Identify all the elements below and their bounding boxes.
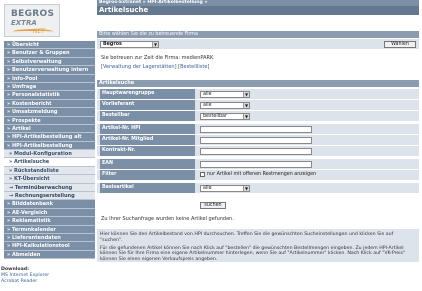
select-value: alle: [203, 185, 212, 191]
label-basisartikel: Basisartikel: [100, 183, 195, 193]
form-row-artikel-nr-mitglied: Artikel-Nr. Mitglied: [97, 135, 419, 145]
label-ean: EAN: [100, 159, 195, 169]
logo-text-begros: BEGROS: [11, 9, 55, 19]
current-firm-info: Sie betreuen zur Zeit die Firma: medienP…: [101, 55, 214, 61]
label-kontrakt-nr: Kontrakt-Nr.: [100, 146, 195, 156]
sidebar-item[interactable]: → Rechnungserstellung: [4, 192, 95, 201]
sidebar-item[interactable]: » Übersicht: [4, 41, 95, 50]
sidebar-item[interactable]: » Artikel: [4, 124, 95, 134]
sidebar-item[interactable]: » Termınkalender: [4, 225, 95, 234]
label-filter: Filter: [100, 170, 195, 180]
sidebar-nav: » Übersicht» Benutzer & Gruppen» Selbstv…: [4, 41, 95, 260]
restmengen-checkbox[interactable]: [200, 172, 205, 177]
sidebar-item[interactable]: » Prospekte: [4, 116, 95, 125]
help-text-1: Hier können Sie den Artikelbestand von H…: [100, 232, 394, 243]
input-kontrakt-nr[interactable]: [200, 147, 312, 155]
sidebar: BEGROS EXTRA NET » Übersicht» Benutzer &…: [0, 0, 96, 291]
form-row-bestellbar: Bestellbar bestellbar ▼: [97, 111, 419, 121]
label-hauptwarengruppe: Hauptwarengruppe: [100, 89, 195, 99]
label-artikel-nr-mitglied: Artikel-Nr. Mitglied: [100, 135, 195, 145]
chevron-down-icon: ▼: [152, 41, 158, 47]
lagerstaetten-link[interactable]: Verwaltung der Lagerstätten: [103, 64, 175, 70]
sidebar-item[interactable]: » Umfrage: [4, 82, 95, 92]
sidebar-item[interactable]: » Bilddatenbank: [4, 200, 95, 209]
download-link-acrobat[interactable]: Acrobat Reader: [1, 279, 49, 285]
select-basisartikel[interactable]: alle ▼: [200, 184, 250, 192]
input-ean[interactable]: [200, 160, 312, 168]
select-bestellbar[interactable]: bestellbar ▼: [200, 112, 250, 120]
link-bracket-close: ]: [207, 64, 210, 70]
suchen-button[interactable]: suchen: [200, 202, 226, 209]
form-row-basisartikel: Basisartikel alle ▼: [97, 183, 419, 193]
label-vorlieferant: Vorlieferant: [100, 100, 195, 110]
firm-select-row: Begros ▼ Wählen: [97, 39, 419, 49]
restmengen-checkbox-label: nur Artikel mit offenen Restmengen anzei…: [207, 172, 317, 177]
sidebar-item[interactable]: » Benutzerverwaltung intern: [4, 66, 95, 75]
begros-extranet-logo[interactable]: BEGROS EXTRA NET: [4, 4, 60, 37]
main-content: Begros-Extranet » HPI-Artikelbestellung …: [97, 0, 419, 291]
firm-links: [Verwaltung der Lagerstätten] [Bestellli…: [101, 64, 209, 70]
sidebar-item[interactable]: » Artikelsuche: [4, 158, 95, 167]
sidebar-item[interactable]: » Rückstandsliste: [4, 166, 95, 176]
chevron-down-icon: ▼: [243, 102, 249, 108]
select-value: bestellbar: [203, 113, 227, 119]
input-artikel-nr-hpi[interactable]: [200, 125, 312, 133]
sidebar-item[interactable]: » Kostenbericht: [4, 99, 95, 109]
help-box: Hier können Sie den Artikelbestand von H…: [97, 229, 419, 262]
firm-select-value: Begros: [103, 41, 122, 47]
sidebar-item[interactable]: » Reklamatistik: [4, 217, 95, 226]
help-text-2: Für die gefundenen Artikel können Sie na…: [100, 245, 406, 263]
logo-text-extra: EXTRA: [11, 19, 37, 27]
label-bestellbar: Bestellbar: [100, 111, 195, 121]
sidebar-item[interactable]: » Benutzer & Gruppen: [4, 49, 95, 58]
sidebar-item[interactable]: » Info-Pool: [4, 74, 95, 83]
sidebar-item[interactable]: » Abmelden: [4, 250, 95, 260]
sidebar-item[interactable]: » Umsatzmeldung: [4, 108, 95, 117]
firm-select-heading: Bitte wählen Sie die zu betreuende Firma: [97, 31, 419, 38]
form-row-ean: EAN: [97, 159, 419, 169]
form-row-kontrakt-nr: Kontrakt-Nr.: [97, 146, 419, 156]
chevron-down-icon: ▼: [243, 113, 249, 119]
sidebar-item[interactable]: » Lieferantendaten: [4, 233, 95, 243]
search-heading: Artikelsuche: [97, 80, 419, 87]
sidebar-item[interactable]: » Selbstverwaltung: [4, 57, 95, 67]
form-row-artikel-nr-hpi: Artikel-Nr. HPI: [97, 124, 419, 134]
sidebar-item[interactable]: » Modul-Konfiguration: [4, 150, 95, 159]
waehlen-button[interactable]: Wählen: [384, 40, 416, 48]
search-form: Hauptwarengruppe alle ▼ Vorlieferant alle ▼ Be…: [97, 87, 419, 212]
select-hauptwarengruppe[interactable]: alle ▼: [200, 90, 250, 98]
form-row-filter: Filter nur Artikel mit offenen Restmengen…: [97, 170, 419, 180]
select-vorlieferant[interactable]: alle ▼: [200, 101, 250, 109]
chevron-down-icon: ▼: [243, 91, 249, 97]
label-artikel-nr-hpi: Artikel-Nr. HPI: [100, 124, 195, 134]
search-result-message: Zu Ihrer Suchanfrage wurden keine Artike…: [101, 216, 234, 222]
sidebar-item[interactable]: » HPI-Artikelbestellung: [4, 141, 95, 151]
logo-text-net: NET: [33, 28, 45, 35]
sidebar-item[interactable]: » KT-Übersicht: [4, 175, 95, 184]
bestellliste-link[interactable]: Bestellliste: [180, 64, 207, 70]
form-row-vorlieferant: Vorlieferant alle ▼: [97, 100, 419, 110]
sidebar-item[interactable]: → Terminüberwachung: [4, 183, 95, 193]
select-value: alle: [203, 102, 212, 108]
downloads-section: Download: MS Internet Explorer Acrobat R…: [1, 267, 49, 285]
sidebar-item[interactable]: » Personalstatistik: [4, 91, 95, 100]
select-value: alle: [203, 91, 212, 97]
sidebar-item[interactable]: » AE-Vergleich: [4, 208, 95, 218]
sidebar-item[interactable]: » HPI-Artikelbestellung alt: [4, 133, 95, 142]
input-artikel-nr-mitglied[interactable]: [200, 136, 312, 144]
firm-select[interactable]: Begros ▼: [100, 40, 159, 48]
form-row-hauptwarengruppe: Hauptwarengruppe alle ▼: [97, 89, 419, 99]
page-title: Artikelsuche: [97, 6, 419, 15]
chevron-down-icon: ▼: [243, 185, 249, 191]
sidebar-item[interactable]: » HPI-Kalkulationstool: [4, 242, 95, 251]
